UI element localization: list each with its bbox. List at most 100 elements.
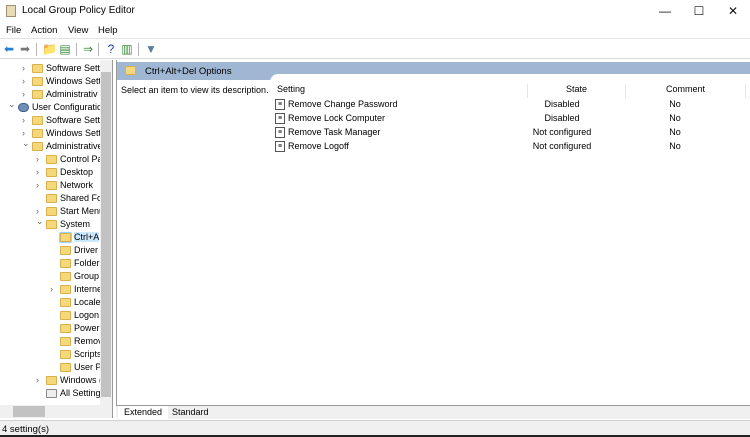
tree-item[interactable]: Remov (0, 335, 100, 348)
tree-item[interactable]: All Setting (0, 387, 100, 400)
tree-pane: › Software Setti › Windows Sett › Administrat… (0, 60, 113, 405)
folder-icon (32, 142, 43, 151)
tree-horizontal-scrollbar[interactable] (0, 405, 113, 418)
tree-item[interactable]: Scripts (0, 348, 100, 361)
tree-item[interactable]: › Desktop (0, 166, 100, 179)
tree-item[interactable]: › Software Setti (0, 62, 100, 75)
tree-item[interactable]: Locale (0, 296, 100, 309)
window-title: Local Group Policy Editor (22, 5, 135, 16)
tree-item[interactable]: › Network (0, 179, 100, 192)
details-title: Ctrl+Alt+Del Options (145, 66, 232, 77)
menu-action[interactable]: Action (31, 25, 57, 36)
close-button[interactable]: ✕ (716, 0, 750, 22)
tree-item[interactable]: Shared Fol (0, 192, 100, 205)
tree-item[interactable]: › Windows Sett (0, 75, 100, 88)
folder-icon (32, 77, 43, 86)
maximize-button[interactable]: ☐ (682, 0, 716, 22)
tree-item[interactable]: › Windows Sett (0, 127, 100, 140)
chevron-right-icon[interactable]: › (22, 88, 30, 101)
show-hide-tree-button[interactable]: ▤ (58, 42, 72, 56)
tree-item[interactable]: › Software Setti (0, 114, 100, 127)
back-button[interactable]: ⬅ (2, 42, 16, 56)
setting-row[interactable]: ≡ Remove Change Password Disabled No (275, 98, 745, 112)
tree-item-label: Windows Sett (46, 76, 100, 86)
tree-item[interactable]: Driver (0, 244, 100, 257)
tree-item-label: System (60, 219, 91, 229)
tree-item-label: User Pr (74, 362, 100, 372)
chevron-right-icon[interactable]: › (36, 374, 44, 387)
filter-icon: ▼ (145, 42, 157, 56)
setting-row[interactable]: ≡ Remove Logoff Not configured No (275, 140, 745, 154)
tree-item[interactable]: Logon (0, 309, 100, 322)
folder-icon (125, 66, 136, 75)
tree-item[interactable]: ⌄ Administrative (0, 140, 100, 153)
chevron-down-icon[interactable]: ⌄ (8, 101, 16, 111)
column-comment[interactable]: Comment (626, 84, 746, 98)
chevron-down-icon[interactable]: ⌄ (36, 218, 44, 228)
chevron-right-icon[interactable]: › (22, 75, 30, 88)
chevron-right-icon[interactable]: › (36, 153, 44, 166)
filter-button[interactable]: ▼ (144, 42, 158, 56)
folder-icon (46, 220, 57, 229)
tree-item[interactable]: User Pr (0, 361, 100, 374)
menu-help[interactable]: Help (98, 25, 118, 36)
tree-item[interactable]: › Interne (0, 283, 100, 296)
tree-item-label: Desktop (60, 167, 94, 177)
tree-item[interactable]: Group (0, 270, 100, 283)
tree-item[interactable]: › Windows ( (0, 374, 100, 387)
tree-item[interactable]: ⌄ User Configuratio (0, 101, 100, 114)
toolbar-separator (98, 43, 99, 56)
tree-vertical-scrollbar[interactable] (100, 60, 112, 405)
app-icon (6, 5, 16, 17)
folder-icon (60, 311, 71, 320)
tree-item-label: Windows ( (60, 375, 100, 385)
forward-button[interactable]: ➡ (18, 42, 32, 56)
setting-row[interactable]: ≡ Remove Lock Computer Disabled No (275, 112, 745, 126)
tree-item[interactable]: Folder (0, 257, 100, 270)
tree-item[interactable]: Power (0, 322, 100, 335)
tree-item-label: Group (74, 271, 100, 281)
folder-icon (60, 298, 71, 307)
export-list-button[interactable]: ⇒ (81, 42, 95, 56)
tree-item[interactable]: › Start Menu (0, 205, 100, 218)
description-text: Select an item to view its description. (121, 85, 269, 95)
help-button[interactable]: ? (104, 42, 118, 56)
chevron-right-icon[interactable]: › (22, 62, 30, 75)
chevron-right-icon[interactable]: › (22, 127, 30, 140)
folder-icon (32, 116, 43, 125)
tab-extended[interactable]: Extended (118, 406, 169, 419)
folder-icon (60, 337, 71, 346)
tree-item[interactable]: Ctrl+A (0, 231, 100, 244)
user-config-icon (18, 103, 29, 112)
setting-state: Not configured (532, 127, 592, 137)
minimize-button[interactable]: — (648, 0, 682, 22)
scroll-thumb[interactable] (101, 72, 111, 397)
tree-item-label: Folder (74, 258, 100, 268)
menu-view[interactable]: View (68, 25, 88, 36)
chevron-right-icon[interactable]: › (36, 166, 44, 179)
properties-button[interactable]: ▥ (120, 42, 134, 56)
up-folder-button[interactable]: 📁 (42, 42, 57, 56)
chevron-down-icon[interactable]: ⌄ (22, 140, 30, 150)
setting-comment: No (669, 99, 681, 109)
menu-file[interactable]: File (6, 25, 21, 36)
tree-item[interactable]: › Administrativ (0, 88, 100, 101)
setting-name: Remove Lock Computer (288, 113, 386, 123)
tree-item[interactable]: › Control Pa (0, 153, 100, 166)
tree-item[interactable]: ⌄ System (0, 218, 100, 231)
tree-item-label: Administrativ (46, 89, 98, 99)
column-state[interactable]: State (528, 84, 626, 98)
tree-item-label: Interne (74, 284, 100, 294)
chevron-right-icon[interactable]: › (22, 114, 30, 127)
chevron-right-icon[interactable]: › (36, 205, 44, 218)
setting-row[interactable]: ≡ Remove Task Manager Not configured No (275, 126, 745, 140)
scroll-thumb[interactable] (13, 406, 45, 417)
tree-item-label: Ctrl+A (74, 232, 100, 242)
tab-standard[interactable]: Standard (166, 406, 215, 419)
column-setting[interactable]: Setting (275, 84, 528, 98)
chevron-right-icon[interactable]: › (50, 283, 58, 296)
chevron-right-icon[interactable]: › (36, 179, 44, 192)
tree-item-label: Software Setti (46, 63, 100, 73)
folder-icon (60, 324, 71, 333)
folder-icon (46, 155, 57, 164)
